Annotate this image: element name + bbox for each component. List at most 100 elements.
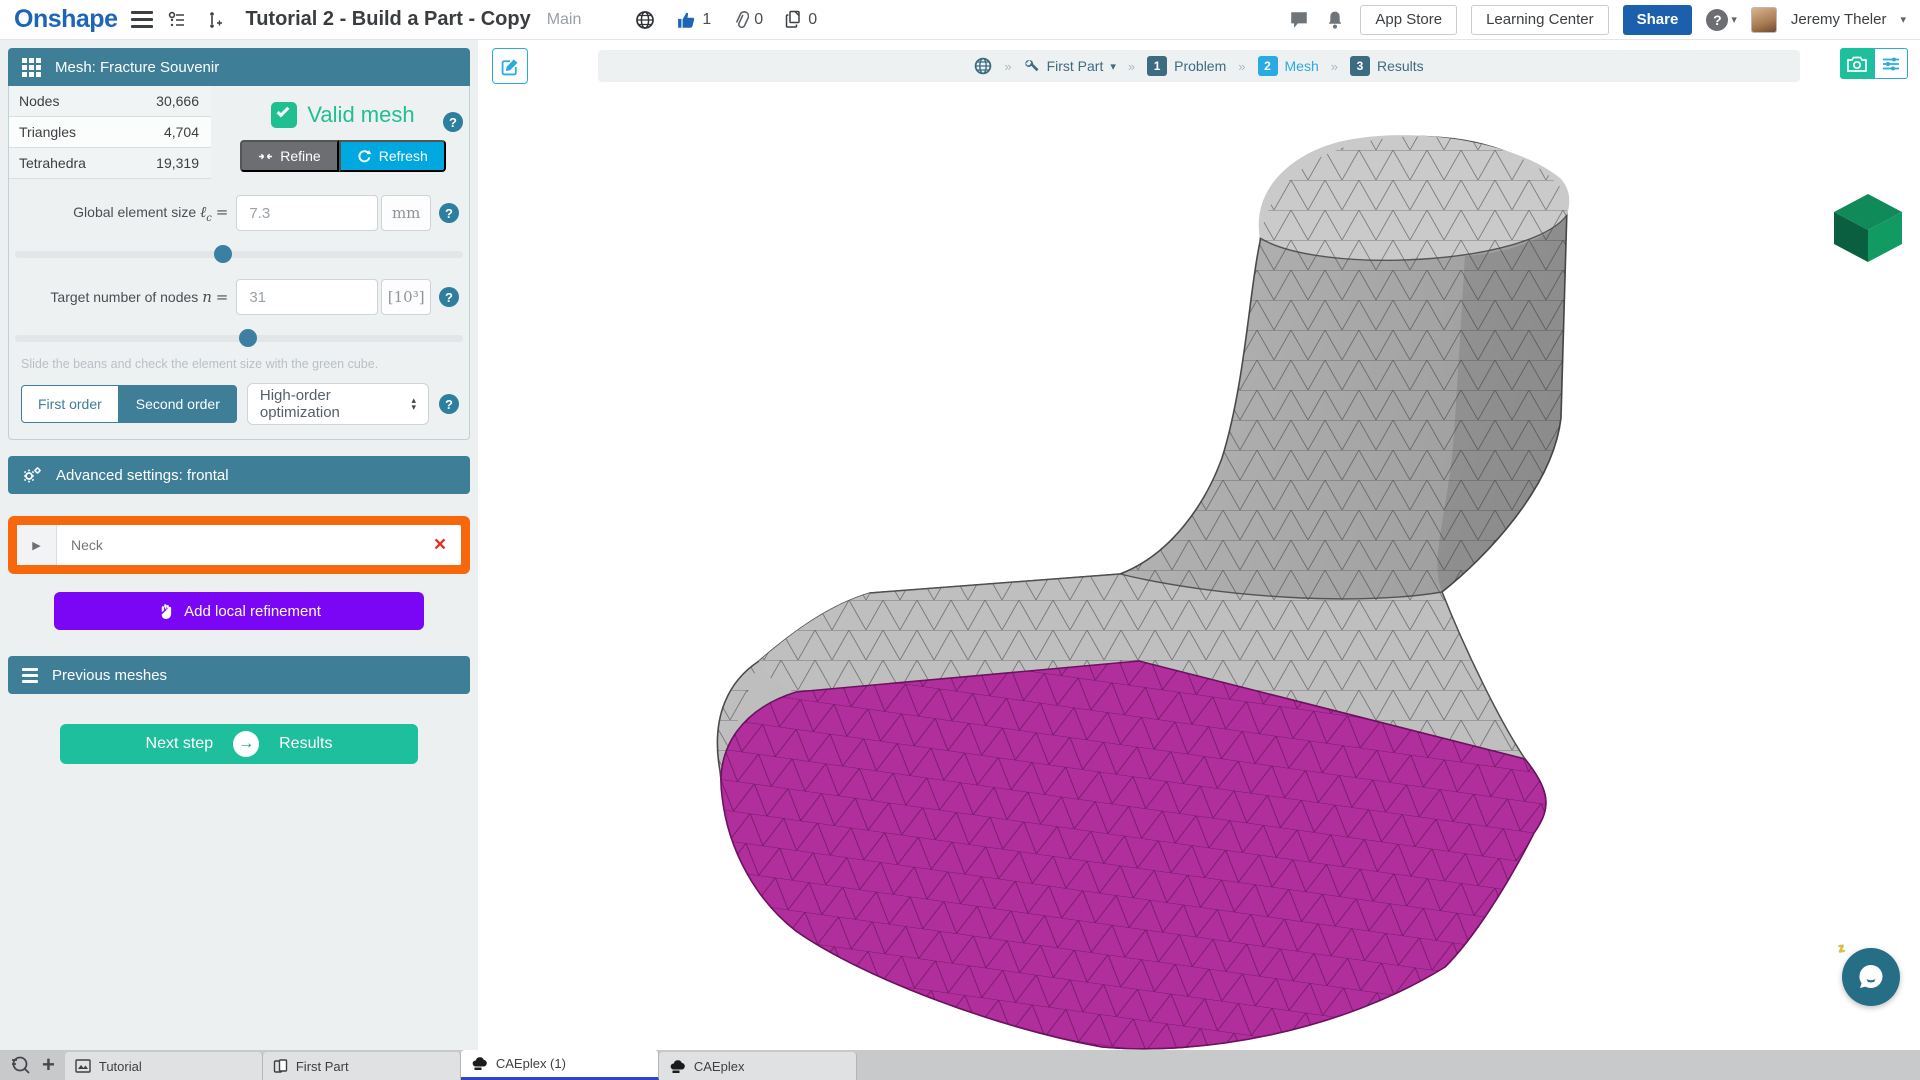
nodes-target-help-icon[interactable]: ? <box>439 287 459 307</box>
add-tab-button[interactable]: + <box>42 1054 55 1076</box>
order-help-icon[interactable]: ? <box>439 394 459 414</box>
list-icon <box>22 668 38 683</box>
previous-meshes-bar[interactable]: Previous meshes <box>8 656 470 694</box>
notifications-bell-icon[interactable] <box>1324 9 1346 31</box>
refine-button[interactable]: Refine <box>240 140 338 172</box>
slider-handle[interactable] <box>214 245 232 263</box>
mesh-stats-table: Nodes 30,666 Triangles 4,704 Tetrahedra … <box>9 86 211 179</box>
edit-document-button[interactable] <box>492 48 528 84</box>
learning-center-button[interactable]: Learning Center <box>1471 5 1609 35</box>
tab-first-part[interactable]: First Part <box>263 1052 461 1080</box>
step-badge: 1 <box>1147 56 1167 76</box>
tab-tutorial[interactable]: Tutorial <box>65 1052 263 1080</box>
screenshot-camera-button[interactable] <box>1840 48 1874 79</box>
element-size-input[interactable] <box>236 195 378 231</box>
caeplex-cloud-icon <box>669 1059 686 1074</box>
sliders-icon <box>1882 56 1900 72</box>
refresh-icon <box>357 149 372 164</box>
versions-history-icon[interactable] <box>167 9 189 31</box>
user-avatar[interactable] <box>1751 7 1777 33</box>
refinement-expand-button[interactable]: ▶ <box>17 525 57 565</box>
previous-meshes-label: Previous meshes <box>52 667 167 684</box>
nodes-target-label: Target number of nodes <box>50 289 198 305</box>
mesh-panel-header[interactable]: Mesh: Fracture Souvenir <box>8 48 470 86</box>
stat-label: Nodes <box>19 93 59 109</box>
breadcrumb-step-mesh[interactable]: 2 Mesh <box>1258 56 1319 76</box>
view-settings-button[interactable] <box>1874 48 1908 79</box>
second-order-button[interactable]: Second order <box>119 385 237 423</box>
mesh-model[interactable] <box>560 90 1600 1050</box>
copies-icon <box>785 10 803 29</box>
optimization-value: High-order optimization <box>260 387 412 421</box>
slider-handle[interactable] <box>239 329 257 347</box>
step-badge-active: 2 <box>1258 56 1278 76</box>
element-size-slider[interactable] <box>15 245 463 263</box>
thumbs-up-icon <box>677 10 697 30</box>
branch-create-icon[interactable] <box>203 9 225 31</box>
refine-icon <box>258 149 273 164</box>
advanced-settings-bar[interactable]: Advanced settings: frontal <box>8 456 470 494</box>
element-size-help-icon[interactable]: ? <box>439 203 459 223</box>
optimization-select[interactable]: High-order optimization ▴▾ <box>247 383 429 425</box>
caret-right-icon: ▶ <box>32 539 40 552</box>
add-local-refinement-button[interactable]: Add local refinement <box>54 592 424 630</box>
chat-widget-button[interactable]: z <box>1842 948 1900 1006</box>
user-name[interactable]: Jeremy Theler <box>1791 11 1887 28</box>
workspace-name[interactable]: Main <box>547 11 582 29</box>
onshape-logo[interactable]: Onshape <box>14 5 117 34</box>
stat-label: Tetrahedra <box>19 155 86 171</box>
help-menu[interactable]: ? ▾ <box>1706 9 1737 31</box>
mesh-panel: Mesh: Fracture Souvenir Nodes 30,666 Tri… <box>0 40 478 1050</box>
stat-row-tetrahedra: Tetrahedra 19,319 <box>9 148 211 179</box>
nodes-target-slider[interactable] <box>15 329 463 347</box>
breadcrumb-separator: » <box>1004 59 1011 74</box>
first-order-button[interactable]: First order <box>21 385 119 423</box>
tab-caeplex-active[interactable]: CAEplex (1) <box>461 1050 659 1080</box>
3d-viewport[interactable]: » First Part ▾ » 1 Problem » 2 Mesh » <box>478 40 1920 1050</box>
mesh-help-icon[interactable]: ? <box>443 112 463 132</box>
copies-counter[interactable]: 0 <box>785 10 817 29</box>
comments-icon[interactable] <box>1288 9 1310 31</box>
next-step-label: Next step <box>146 735 214 753</box>
document-title: Tutorial 2 - Build a Part - Copy <box>245 8 530 31</box>
user-chevron-down-icon[interactable]: ▾ <box>1900 13 1906 26</box>
hand-icon <box>157 603 174 620</box>
step-badge: 3 <box>1350 56 1370 76</box>
refresh-button[interactable]: Refresh <box>339 140 446 172</box>
panel-title: Mesh: Fracture Souvenir <box>55 59 219 76</box>
slider-track[interactable] <box>15 251 463 258</box>
breadcrumb-home[interactable] <box>974 57 992 75</box>
paperclip-icon <box>733 10 749 29</box>
breadcrumb-part[interactable]: First Part ▾ <box>1024 58 1116 74</box>
stat-row-triangles: Triangles 4,704 <box>9 117 211 148</box>
nodes-target-unit: [10³] <box>381 279 431 315</box>
tab-caeplex[interactable]: CAEplex <box>659 1052 857 1080</box>
breadcrumb-caret-icon[interactable]: ▾ <box>1110 60 1116 73</box>
share-button[interactable]: Share <box>1623 5 1693 35</box>
grid-icon <box>22 58 41 77</box>
valid-mesh-label: Valid mesh <box>307 102 414 128</box>
remove-refinement-button[interactable]: × <box>419 533 461 557</box>
camera-icon <box>1847 56 1867 72</box>
breadcrumb-step-problem[interactable]: 1 Problem <box>1147 56 1226 76</box>
search-tabs-icon[interactable] <box>10 1055 32 1075</box>
likes-counter[interactable]: 1 <box>677 10 711 30</box>
tutorial-tab-icon <box>75 1059 91 1073</box>
app-store-button[interactable]: App Store <box>1360 5 1457 35</box>
help-icon[interactable]: ? <box>1706 9 1728 31</box>
share-world-icon[interactable] <box>635 10 655 30</box>
chat-sleep-indicator: z <box>1837 940 1846 956</box>
refinement-name-input[interactable] <box>57 525 419 565</box>
next-step-results-button[interactable]: Next step → Results <box>60 724 418 764</box>
arrow-right-icon: → <box>233 731 259 757</box>
links-counter[interactable]: 0 <box>733 10 763 29</box>
bottom-tab-bar: + Tutorial First Part CAEplex (1) CAEple… <box>0 1050 1920 1080</box>
hamburger-menu-icon[interactable] <box>131 11 153 28</box>
breadcrumb: » First Part ▾ » 1 Problem » 2 Mesh » <box>598 50 1800 82</box>
breadcrumb-step-results[interactable]: 3 Results <box>1350 56 1424 76</box>
close-icon: × <box>434 533 446 557</box>
chevron-down-icon: ▾ <box>1731 13 1737 26</box>
gears-icon <box>22 466 42 484</box>
part-studio-tab-icon <box>273 1059 288 1074</box>
nodes-target-input[interactable] <box>236 279 378 315</box>
